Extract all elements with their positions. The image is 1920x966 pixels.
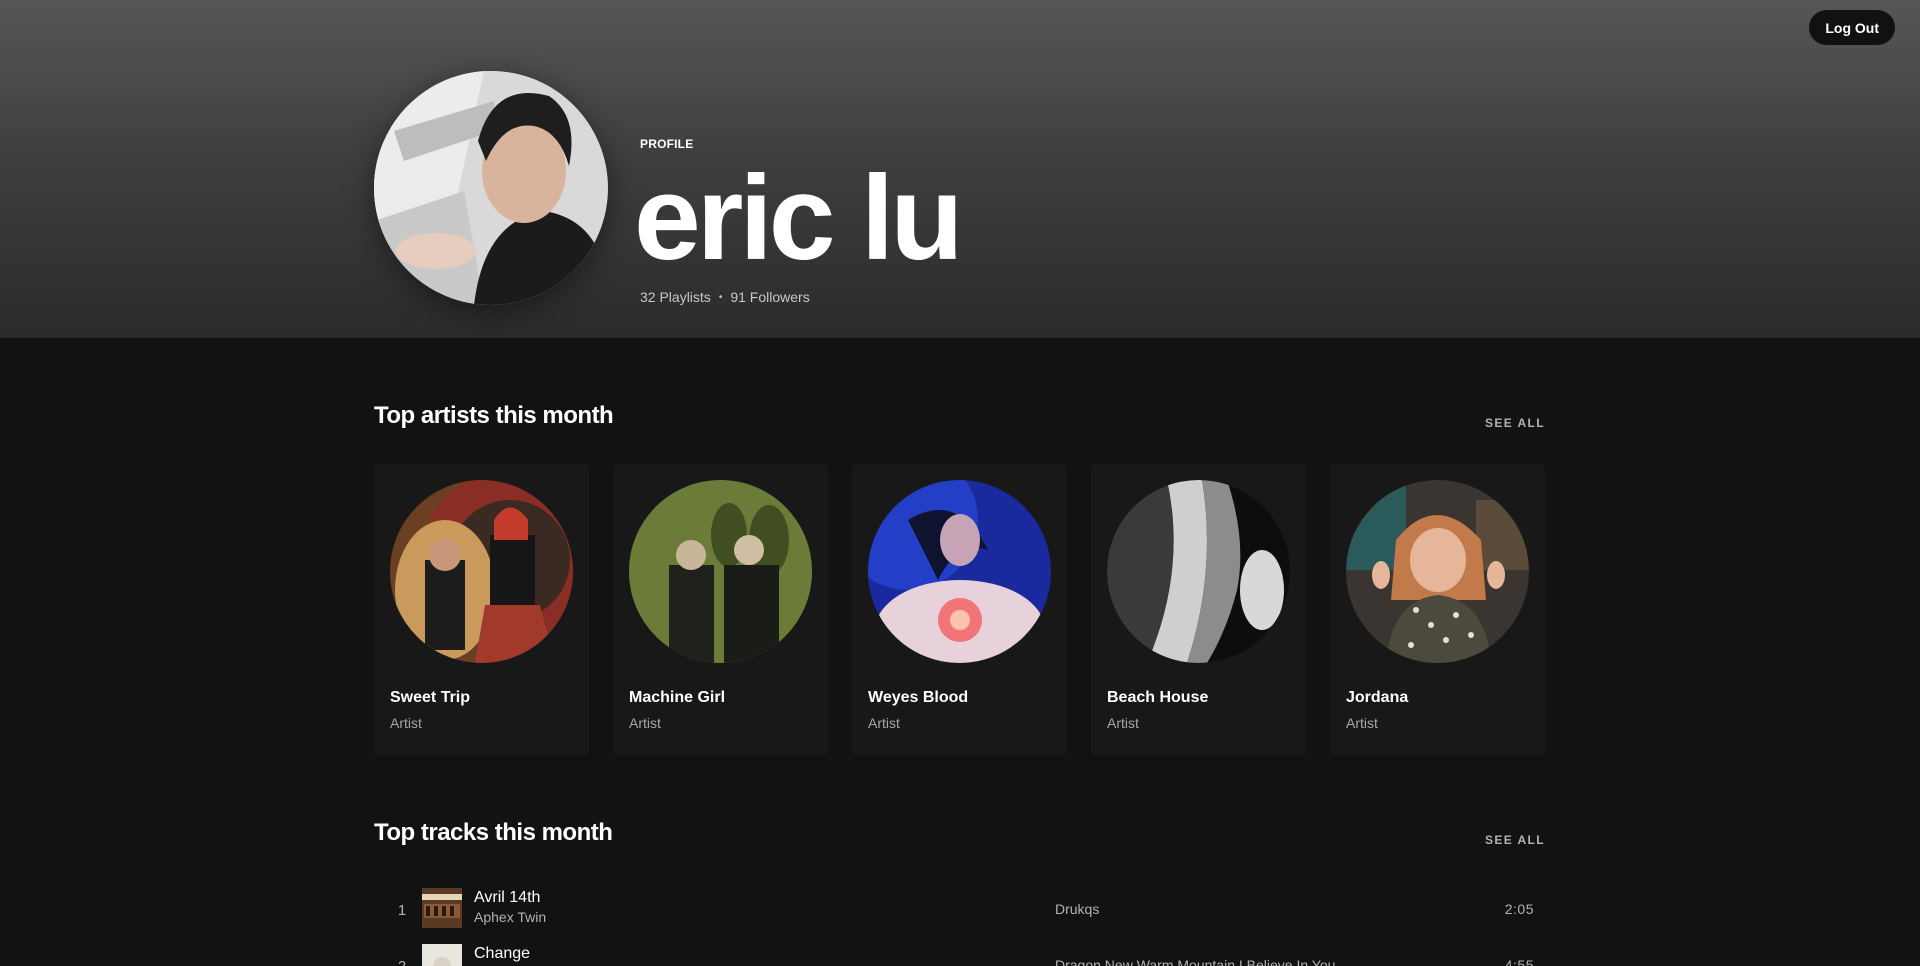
track-number: 1 bbox=[397, 902, 407, 919]
artist-card-sweet-trip[interactable]: Sweet Trip Artist bbox=[374, 464, 589, 755]
top-artists-row: Sweet Trip Artist Machine Girl Artist We… bbox=[374, 464, 1545, 755]
artist-image bbox=[629, 480, 812, 663]
top-artists-see-all-link[interactable]: SEE ALL bbox=[1485, 416, 1545, 430]
profile-type-label: PROFILE bbox=[640, 137, 694, 151]
artist-card-jordana[interactable]: Jordana Artist bbox=[1330, 464, 1545, 755]
track-duration: 2:05 bbox=[1504, 901, 1534, 917]
track-artist[interactable]: Aphex Twin bbox=[474, 909, 546, 925]
top-tracks-see-all-link[interactable]: SEE ALL bbox=[1485, 833, 1545, 847]
followers-count[interactable]: 91 Followers bbox=[730, 289, 809, 305]
artist-type: Artist bbox=[390, 715, 422, 731]
track-number: 2 bbox=[394, 958, 410, 966]
track-album[interactable]: Dragon New Warm Mountain I Believe In Yo… bbox=[1055, 957, 1335, 966]
separator-dot: • bbox=[718, 291, 723, 303]
artist-name: Machine Girl bbox=[629, 689, 726, 706]
artist-card-beach-house[interactable]: Beach House Artist bbox=[1091, 464, 1306, 755]
track-duration: 4:55 bbox=[1504, 957, 1534, 966]
profile-stats: 32 Playlists • 91 Followers bbox=[640, 289, 810, 305]
artist-name: Sweet Trip bbox=[390, 689, 471, 706]
artist-type: Artist bbox=[1346, 715, 1378, 731]
track-album-art bbox=[422, 888, 462, 928]
top-tracks-title[interactable]: Top tracks this month bbox=[374, 819, 613, 847]
track-album[interactable]: Drukqs bbox=[1055, 901, 1099, 917]
track-title[interactable]: Avril 14th bbox=[474, 889, 540, 907]
artist-name: Jordana bbox=[1346, 689, 1409, 706]
artist-type: Artist bbox=[868, 715, 900, 731]
avatar-photo bbox=[374, 71, 608, 305]
artist-type: Artist bbox=[629, 715, 661, 731]
top-artists-title[interactable]: Top artists this month bbox=[374, 402, 614, 430]
logout-button[interactable]: Log Out bbox=[1809, 10, 1895, 45]
track-album-art bbox=[422, 944, 462, 966]
profile-name: eric lu bbox=[634, 151, 963, 285]
artist-image bbox=[1346, 480, 1529, 663]
track-title[interactable]: Change bbox=[474, 945, 530, 963]
artist-card-weyes-blood[interactable]: Weyes Blood Artist bbox=[852, 464, 1067, 755]
artist-image bbox=[1107, 480, 1290, 663]
artist-type: Artist bbox=[1107, 715, 1139, 731]
track-row[interactable]: 1 Avril 14th Aphex Twin Drukqs 2:05 bbox=[374, 884, 1545, 940]
artist-image bbox=[868, 480, 1051, 663]
artist-name: Weyes Blood bbox=[868, 689, 969, 706]
avatar bbox=[374, 71, 608, 305]
artist-image bbox=[390, 480, 573, 663]
artist-card-machine-girl[interactable]: Machine Girl Artist bbox=[613, 464, 828, 755]
playlists-count[interactable]: 32 Playlists bbox=[640, 289, 711, 305]
artist-name: Beach House bbox=[1107, 689, 1209, 706]
track-row[interactable]: 2 Change Dragon New Warm Mountain I Beli… bbox=[374, 940, 1545, 966]
top-tracks-list: 1 Avril 14th Aphex Twin Drukqs 2:05 2 Ch… bbox=[374, 884, 1545, 966]
profile-header bbox=[0, 0, 1920, 338]
